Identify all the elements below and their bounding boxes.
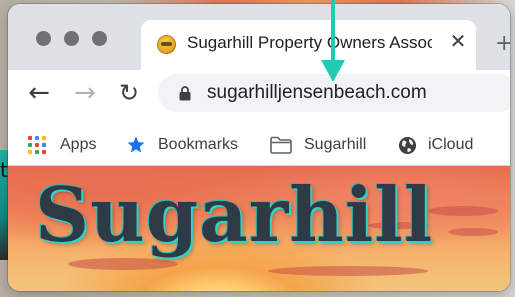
tab-title: Sugarhill Property Owners Assoc (187, 33, 432, 52)
annotation-arrow-icon (321, 60, 345, 82)
new-tab-button[interactable]: + (495, 31, 510, 56)
url-text[interactable]: sugarhilljensenbeach.com (207, 82, 427, 104)
bookmark-folder-sugarhill[interactable]: Sugarhill (270, 132, 380, 158)
back-button[interactable]: ← (24, 78, 54, 108)
page-content: Sugarhill (8, 166, 510, 291)
reload-button[interactable]: ↻ (114, 78, 144, 108)
tab-strip: Sugarhill Property Owners Assoc ✕ + (8, 4, 510, 70)
bookmark-label: Apps (60, 136, 97, 153)
tab-active[interactable]: Sugarhill Property Owners Assoc ✕ (141, 20, 476, 70)
star-icon (127, 136, 145, 153)
browser-toolbar: ← → ↻ sugarhilljensenbeach.com (8, 70, 510, 125)
desktop-text-fragment: t (0, 158, 8, 182)
site-hero-title: Sugarhill (35, 171, 434, 259)
bookmark-icloud[interactable]: iCloud (398, 132, 493, 158)
bookmark-apps[interactable]: Apps (28, 132, 108, 158)
sunset-cloud (428, 206, 498, 216)
apps-grid-icon (28, 136, 46, 154)
globe-icon (398, 136, 417, 155)
sunset-cloud (268, 266, 428, 276)
bookmarks-bar: Apps Bookmarks Sugarhill iCloud (8, 125, 510, 166)
sunset-cloud (448, 228, 498, 236)
window-maximize-button[interactable] (92, 31, 107, 46)
forward-button[interactable]: → (70, 78, 100, 108)
folder-icon (270, 136, 292, 154)
lock-icon (179, 86, 191, 101)
bookmark-label: Bookmarks (158, 136, 239, 153)
annotation-arrow-shaft (331, 0, 335, 62)
browser-window: Sugarhill Property Owners Assoc ✕ + ← → … (8, 4, 510, 291)
bookmark-label: Sugarhill (304, 136, 367, 153)
bookmark-label: iCloud (428, 136, 474, 153)
window-minimize-button[interactable] (64, 31, 79, 46)
site-favicon-icon (157, 35, 176, 54)
sunset-cloud (68, 258, 178, 270)
bookmark-bookmarks[interactable]: Bookmarks (126, 132, 251, 158)
window-close-button[interactable] (36, 31, 51, 46)
tab-close-icon[interactable]: ✕ (446, 29, 470, 53)
